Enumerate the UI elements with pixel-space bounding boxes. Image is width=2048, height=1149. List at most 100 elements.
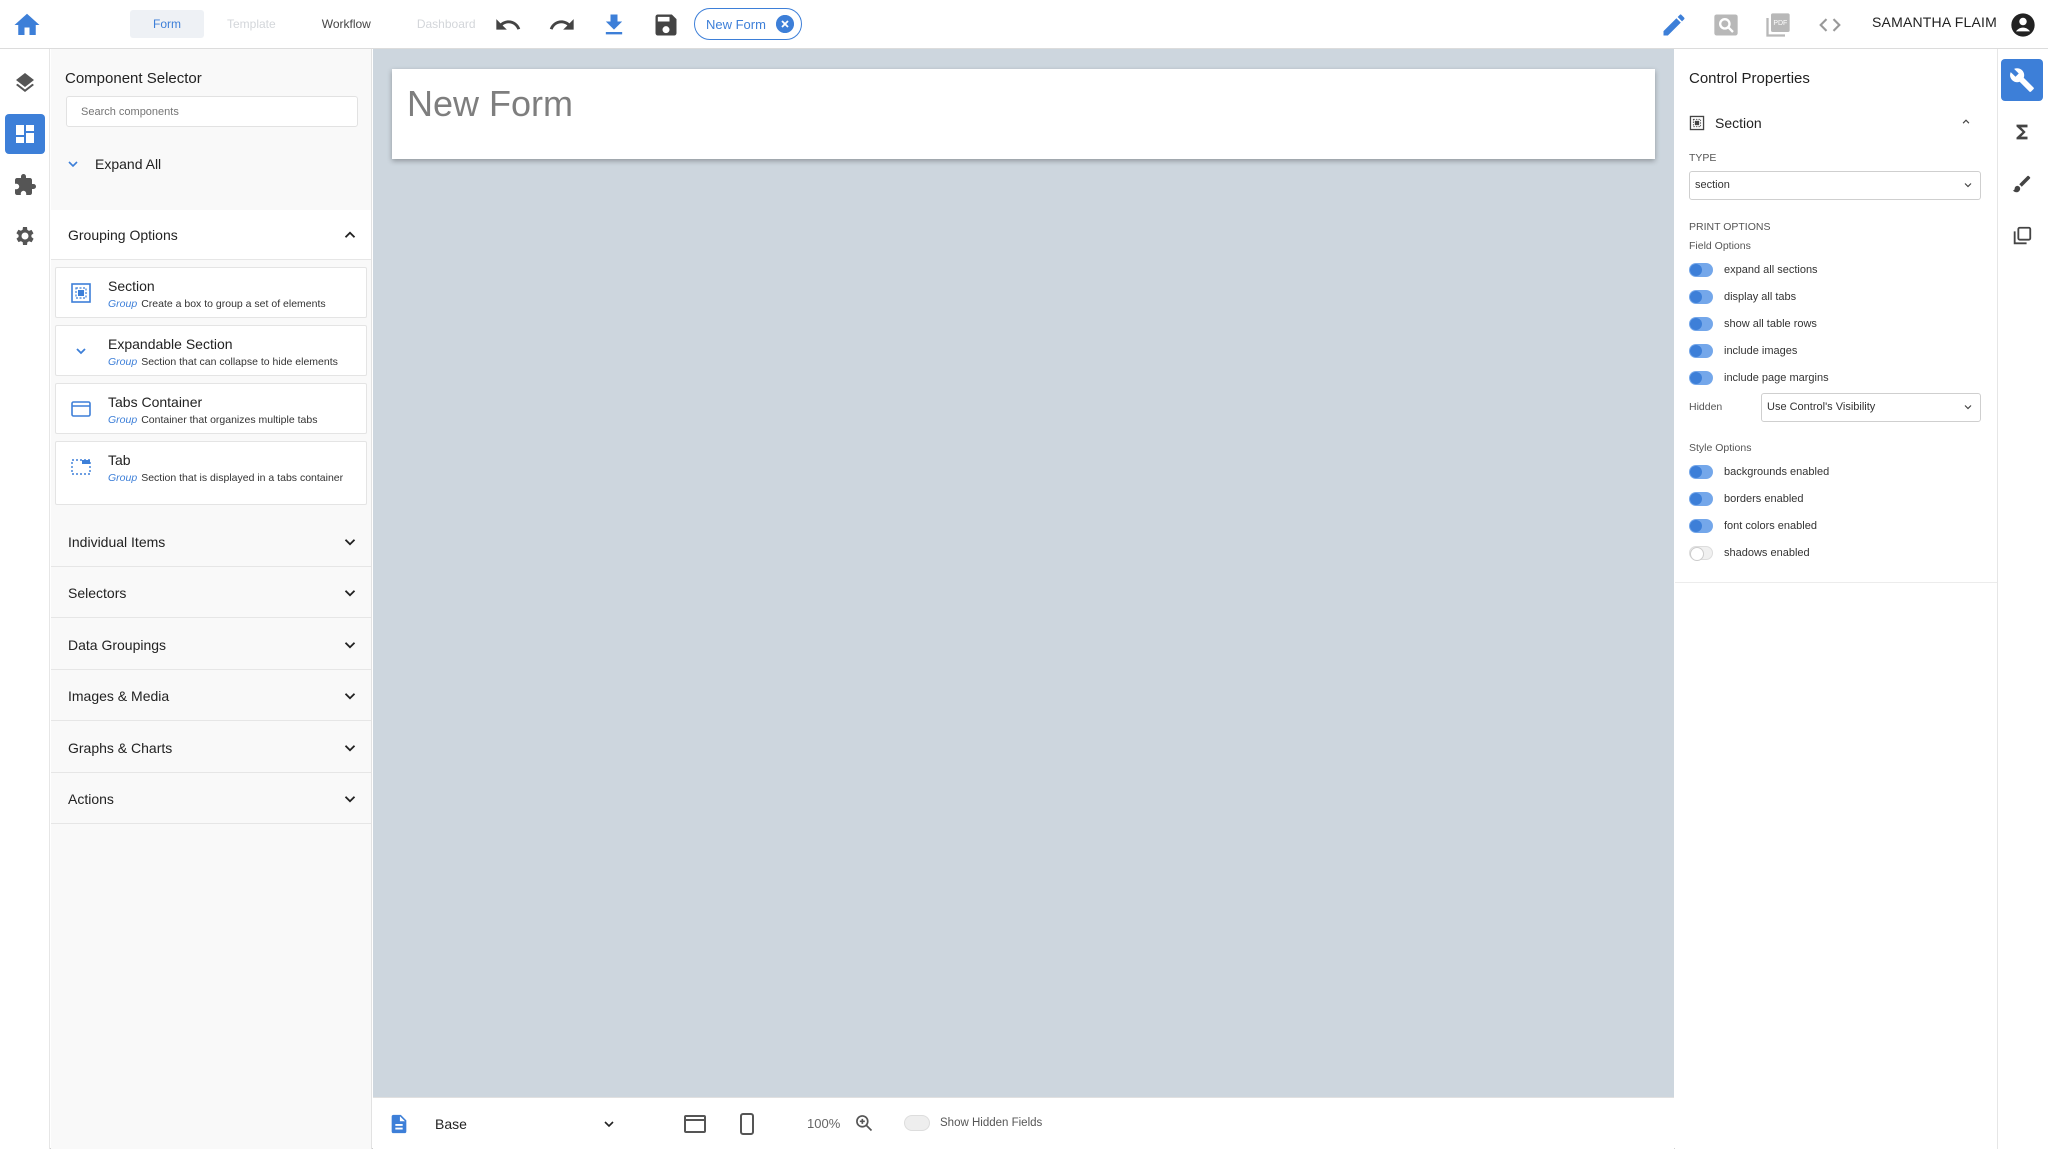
- toggle-switch[interactable]: [1689, 317, 1713, 331]
- rail-plugins[interactable]: [5, 165, 45, 205]
- code-icon[interactable]: [1816, 11, 1844, 39]
- chevron-up-icon[interactable]: [1959, 115, 1973, 129]
- type-select[interactable]: section: [1689, 171, 1981, 200]
- toggle-switch[interactable]: [1689, 344, 1713, 358]
- chevron-down-icon: [344, 796, 356, 803]
- account-icon[interactable]: [2009, 11, 2037, 39]
- tab-dashboard[interactable]: Dashboard: [394, 10, 499, 38]
- undo-icon[interactable]: [494, 11, 522, 39]
- rail-copy[interactable]: [2001, 215, 2043, 257]
- component-tab[interactable]: Tab Group Section that is displayed in a …: [55, 441, 367, 505]
- download-icon[interactable]: [600, 11, 628, 39]
- rail-layers[interactable]: [5, 63, 45, 103]
- svg-text:PDF: PDF: [1773, 20, 1787, 27]
- mobile-view-icon[interactable]: [735, 1111, 759, 1137]
- category-label: Grouping Options: [68, 227, 178, 243]
- close-icon[interactable]: [776, 15, 794, 33]
- toggle-switch[interactable]: [1689, 465, 1713, 479]
- expand-all-button[interactable]: Expand All: [65, 156, 161, 172]
- save-icon[interactable]: [652, 11, 680, 39]
- category-graphs-charts[interactable]: Graphs & Charts: [51, 723, 371, 773]
- component-section[interactable]: Section Group Create a box to group a set…: [55, 267, 367, 318]
- show-hidden-toggle[interactable]: [904, 1115, 930, 1131]
- tabs-container-icon: [71, 401, 91, 417]
- toggle-display-all-tabs[interactable]: display all tabs: [1689, 290, 1796, 304]
- component-tabs-container[interactable]: Tabs Container Group Container that organ…: [55, 383, 367, 434]
- toggle-switch[interactable]: [1689, 263, 1713, 277]
- toggle-include-images[interactable]: include images: [1689, 344, 1797, 358]
- toggle-include-page-margins[interactable]: include page margins: [1689, 371, 1829, 385]
- category-selectors[interactable]: Selectors: [51, 568, 371, 618]
- pdf-icon[interactable]: PDF: [1764, 11, 1792, 39]
- form-canvas[interactable]: New Form: [373, 49, 1674, 1097]
- toggle-switch[interactable]: [1689, 519, 1713, 533]
- properties-section-header[interactable]: Section: [1689, 115, 1989, 131]
- toggle-font-colors-enabled[interactable]: font colors enabled: [1689, 519, 1817, 533]
- component-description: Group Section that can collapse to hide e…: [108, 355, 348, 370]
- rail-components[interactable]: [5, 114, 45, 154]
- toggle-switch[interactable]: [1689, 290, 1713, 304]
- toggle-expand-all-sections[interactable]: expand all sections: [1689, 263, 1818, 277]
- document-icon[interactable]: [388, 1112, 410, 1136]
- category-label: Individual Items: [68, 534, 166, 550]
- layout-select-value: Base: [435, 1116, 467, 1132]
- component-group: Group: [108, 298, 138, 310]
- user-name[interactable]: SAMANTHA FLAIM: [1872, 14, 1997, 30]
- rail-properties[interactable]: [2001, 59, 2043, 101]
- search-icon[interactable]: [1712, 11, 1740, 39]
- tab-form[interactable]: Form: [130, 10, 204, 38]
- desktop-view-icon[interactable]: [683, 1112, 707, 1136]
- rail-formulas[interactable]: [2001, 111, 2043, 153]
- category-label: Graphs & Charts: [68, 740, 173, 756]
- rail-settings[interactable]: [5, 216, 45, 256]
- toggle-label: backgrounds enabled: [1724, 466, 1830, 478]
- puzzle-icon: [15, 174, 36, 195]
- category-label: Selectors: [68, 585, 127, 601]
- toggle-borders-enabled[interactable]: borders enabled: [1689, 492, 1804, 506]
- category-grouping-options[interactable]: Grouping Options: [51, 210, 371, 260]
- zoom-level: 100%: [807, 1116, 841, 1131]
- toggle-show-all-table-rows[interactable]: show all table rows: [1689, 317, 1817, 331]
- chevron-up-icon: [344, 231, 356, 238]
- tab-template[interactable]: Template: [204, 10, 299, 38]
- form-header-card[interactable]: New Form: [392, 69, 1655, 159]
- chevron-down-icon: [344, 539, 356, 546]
- category-label: Data Groupings: [68, 637, 167, 653]
- component-name: Tab: [108, 452, 131, 468]
- chevron-down-icon: [344, 590, 356, 597]
- redo-icon[interactable]: [548, 11, 576, 39]
- dashboard-icon: [16, 125, 34, 143]
- category-actions[interactable]: Actions: [51, 774, 371, 824]
- toggle-shadows-enabled[interactable]: shadows enabled: [1689, 546, 1810, 561]
- category-data-groupings[interactable]: Data Groupings: [51, 620, 371, 670]
- panel-title: Component Selector: [65, 70, 202, 87]
- hidden-select[interactable]: Use Control's Visibility: [1761, 393, 1981, 422]
- toggle-switch[interactable]: [1689, 371, 1713, 385]
- toggle-switch[interactable]: [1689, 546, 1713, 561]
- toggle-backgrounds-enabled[interactable]: backgrounds enabled: [1689, 465, 1829, 479]
- copy-icon: [2013, 226, 2032, 245]
- component-description: Group Section that is displayed in a tabs…: [108, 471, 348, 486]
- sigma-icon: [2016, 124, 2028, 140]
- component-name: Section: [108, 278, 155, 294]
- form-title[interactable]: New Form: [407, 83, 573, 125]
- category-images-media[interactable]: Images & Media: [51, 671, 371, 721]
- toggle-label: expand all sections: [1724, 264, 1818, 276]
- component-selector-panel: Component Selector Expand All Grouping O…: [51, 49, 372, 1149]
- hidden-label: Hidden: [1689, 401, 1723, 413]
- toggle-switch[interactable]: [1689, 492, 1713, 506]
- rail-styles[interactable]: [2001, 163, 2043, 205]
- category-individual-items[interactable]: Individual Items: [51, 517, 371, 567]
- search-input[interactable]: [66, 96, 358, 127]
- layout-select[interactable]: Base: [427, 1108, 627, 1140]
- chevron-down-icon: [604, 1121, 614, 1128]
- pencil-icon[interactable]: [1660, 11, 1688, 39]
- chevron-down-icon: [1964, 183, 1972, 188]
- toggle-label: show all table rows: [1724, 318, 1817, 330]
- open-form-chip[interactable]: New Form: [694, 8, 802, 40]
- component-expandable-section[interactable]: Expandable Section Group Section that can…: [55, 325, 367, 376]
- toggle-label: include images: [1724, 345, 1798, 357]
- home-icon[interactable]: [12, 10, 42, 40]
- tab-workflow[interactable]: Workflow: [299, 10, 394, 38]
- zoom-in-icon[interactable]: [854, 1113, 874, 1133]
